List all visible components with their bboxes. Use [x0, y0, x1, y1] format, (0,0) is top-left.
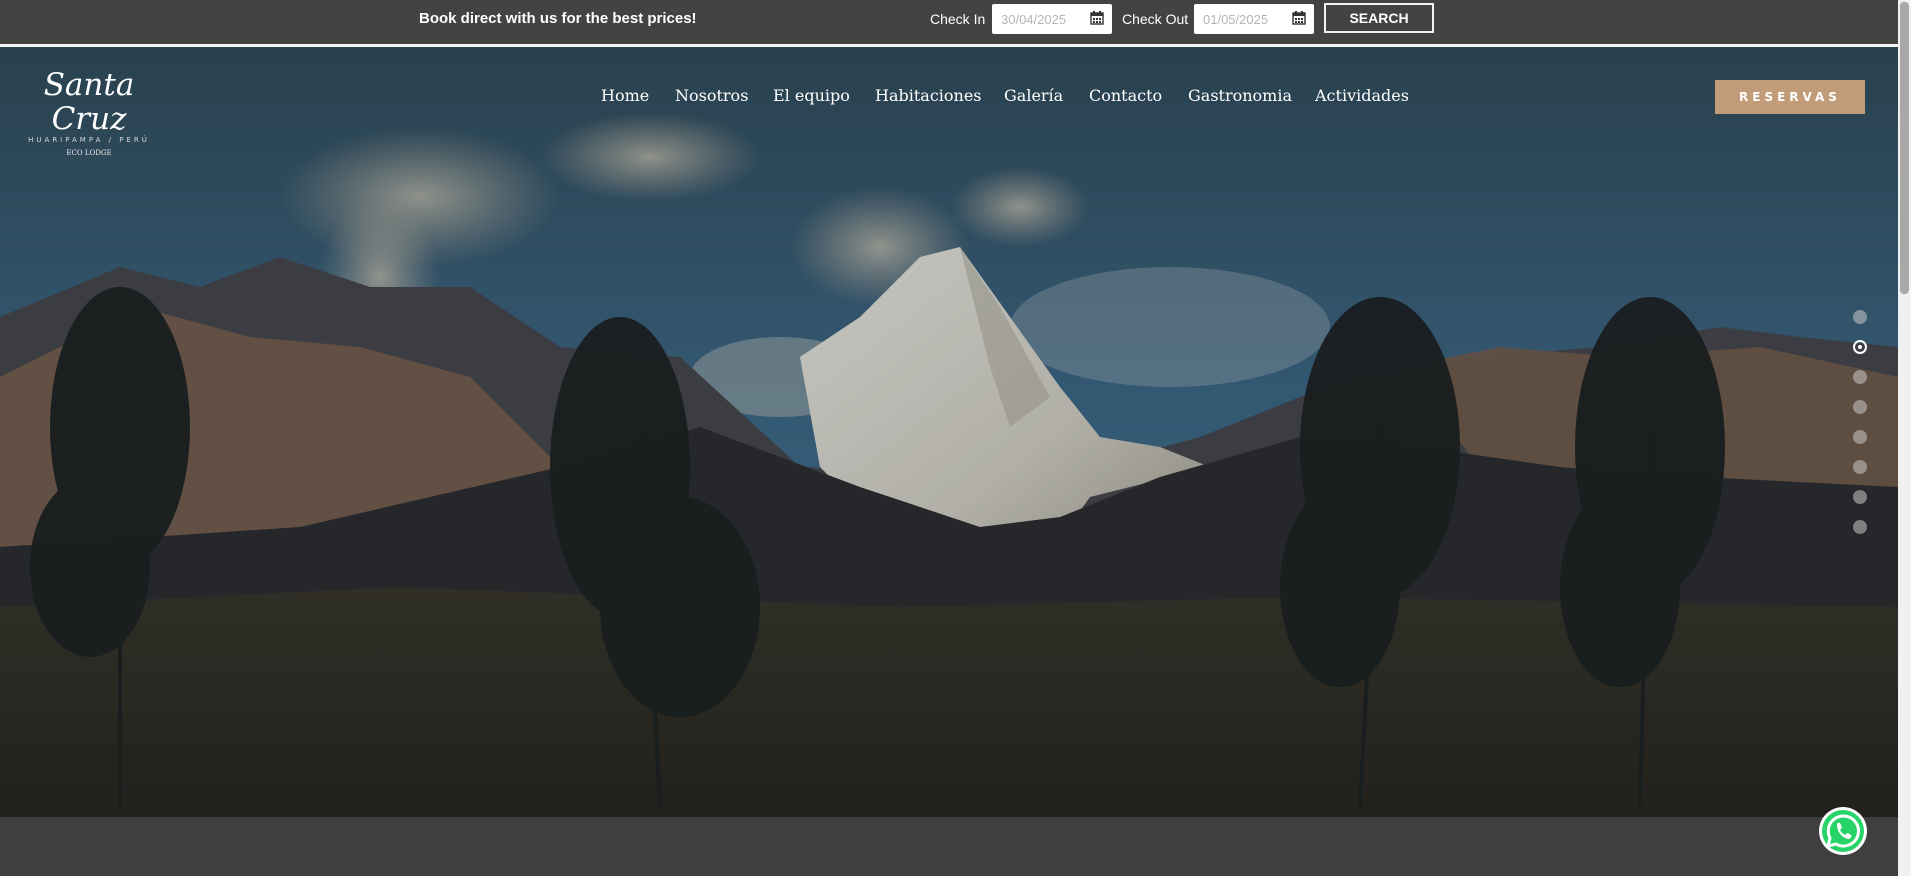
nav-home[interactable]: Home: [601, 86, 649, 105]
slider-dot[interactable]: [1853, 310, 1867, 324]
reservas-button[interactable]: RESERVAS: [1715, 80, 1865, 114]
nav-el-equipo[interactable]: El equipo: [773, 86, 850, 105]
logo-subtitle: HUARIPAMPA / PERÚ: [28, 136, 150, 144]
slider-dot[interactable]: [1853, 490, 1867, 504]
site-logo[interactable]: Santa Cruz HUARIPAMPA / PERÚ ECO LODGE: [14, 68, 164, 157]
whatsapp-icon[interactable]: [1818, 806, 1868, 856]
promo-text: Book direct with us for the best prices!: [419, 10, 697, 27]
logo-tagline: ECO LODGE: [66, 149, 112, 157]
nav-nosotros[interactable]: Nosotros: [675, 86, 748, 105]
check-out-field[interactable]: 01/05/2025: [1194, 4, 1314, 34]
nav-contacto[interactable]: Contacto: [1089, 86, 1162, 105]
nav-habitaciones[interactable]: Habitaciones: [875, 86, 982, 105]
booking-bar: Book direct with us for the best prices!…: [0, 0, 1898, 47]
slider-dot[interactable]: [1853, 430, 1867, 444]
check-in-label: Check In: [930, 11, 986, 27]
nav-gastronomia[interactable]: Gastronomia: [1188, 86, 1292, 105]
nav-galeria[interactable]: Galería: [1004, 86, 1063, 105]
calendar-icon[interactable]: [1090, 11, 1104, 25]
check-in-field[interactable]: 30/04/2025: [992, 4, 1112, 34]
slider-dot[interactable]: [1853, 340, 1867, 354]
slider-dot[interactable]: [1853, 400, 1867, 414]
check-in-value: 30/04/2025: [1001, 12, 1067, 27]
calendar-icon[interactable]: [1292, 11, 1306, 25]
next-section: [0, 817, 1898, 876]
hero-slider: [0, 47, 1898, 817]
search-button[interactable]: SEARCH: [1324, 3, 1434, 33]
scrollbar-thumb[interactable]: [1900, 2, 1909, 294]
nav-actividades[interactable]: Actividades: [1315, 86, 1409, 105]
logo-name: Santa Cruz: [43, 67, 135, 137]
hero-mountain-image: [0, 47, 1898, 817]
slider-dot[interactable]: [1853, 370, 1867, 384]
check-out-value: 01/05/2025: [1203, 12, 1269, 27]
check-out-label: Check Out: [1122, 11, 1189, 27]
slider-dot[interactable]: [1853, 460, 1867, 474]
slider-dot[interactable]: [1853, 520, 1867, 534]
